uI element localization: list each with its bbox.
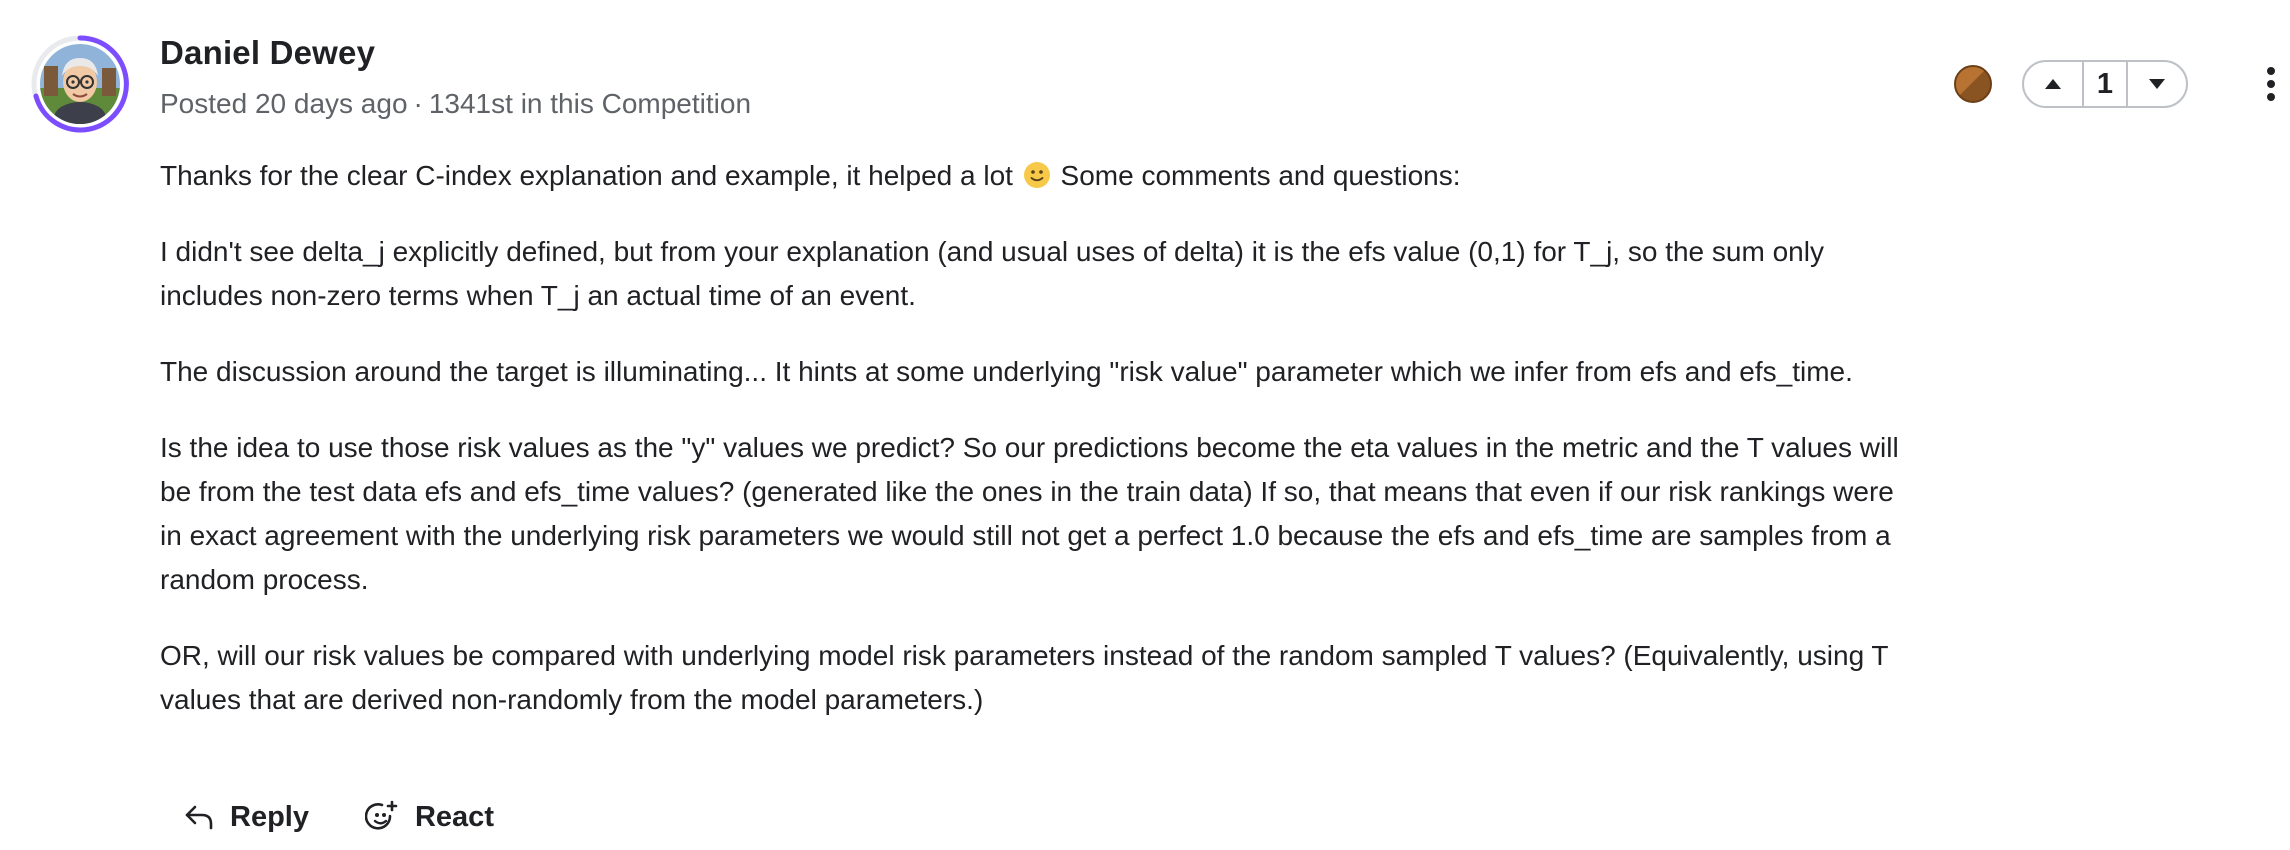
- comment-body: Thanks for the clear C-index explanation…: [160, 154, 1920, 754]
- react-button[interactable]: React: [364, 800, 494, 834]
- vote-count: 1: [2082, 62, 2128, 106]
- comment-paragraph-1: Thanks for the clear C-index explanation…: [160, 154, 1920, 198]
- vote-control: 1: [2022, 60, 2188, 108]
- reply-label: Reply: [230, 800, 309, 833]
- comment-paragraph-5: OR, will our risk values be compared wit…: [160, 640, 1889, 715]
- reply-arrow-icon: [185, 805, 213, 830]
- more-vertical-icon: [2267, 67, 2275, 101]
- paragraph-text: Some comments and questions:: [1060, 160, 1461, 191]
- comment-paragraph-3: The discussion around the target is illu…: [160, 356, 1853, 387]
- upvote-arrow-icon: [2045, 79, 2061, 89]
- meta-separator: ·: [413, 88, 423, 119]
- add-reaction-icon: [364, 800, 398, 830]
- reply-button[interactable]: Reply: [184, 801, 309, 834]
- more-options-button[interactable]: [2256, 62, 2286, 106]
- downvote-button[interactable]: [2128, 62, 2186, 106]
- competition-rank: 1341st in this Competition: [428, 88, 752, 119]
- react-label: React: [414, 800, 494, 833]
- comment-actions: Reply React: [184, 800, 550, 834]
- downvote-arrow-icon: [2149, 79, 2165, 89]
- upvote-button[interactable]: [2024, 62, 2082, 106]
- author-avatar[interactable]: [30, 34, 130, 134]
- posted-time: Posted 20 days ago: [160, 88, 408, 119]
- paragraph-text: Thanks for the clear C-index explanation…: [160, 160, 1013, 191]
- avatar-cartoon-icon: [40, 44, 120, 124]
- author-name[interactable]: Daniel Dewey: [160, 34, 375, 72]
- comment-paragraph-4: Is the idea to use those risk values as …: [160, 432, 1899, 595]
- comment-paragraph-2: I didn't see delta_j explicitly defined,…: [160, 236, 1824, 311]
- post-meta: Posted 20 days ago · 1341st in this Compet…: [160, 88, 751, 120]
- slightly-smiling-face-icon: [1023, 162, 1050, 188]
- bronze-medal-icon: [1953, 64, 1993, 104]
